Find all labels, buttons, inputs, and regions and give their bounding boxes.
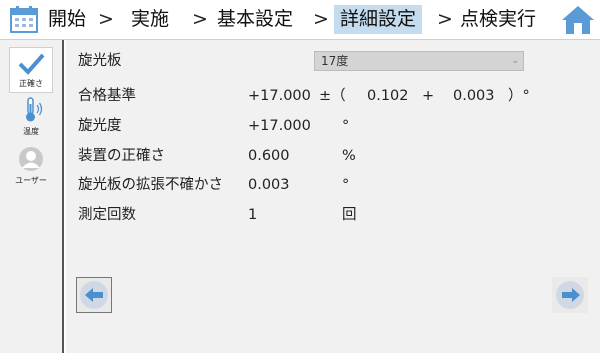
rotation-value: +17.000 [248,118,311,134]
breadcrumb-detail-settings[interactable]: 詳細設定 [334,5,423,34]
home-button[interactable] [559,2,597,37]
accuracy-unit: % [342,148,356,164]
accuracy-label: 装置の正確さ [78,148,165,164]
back-button[interactable] [76,277,112,313]
polarizer-select[interactable]: 17度 ⌄ [314,51,524,71]
breadcrumb-separator: > [192,8,208,30]
rotation-unit: ° [342,118,350,134]
polarizer-select-value: 17度 [321,54,349,68]
calendar-icon[interactable] [9,4,39,34]
detail-settings-panel: 旋光板 17度 ⌄ 合格基準 +17.000 ±（ 0.102 + 0.003 … [66,40,600,353]
sidebar-item-accuracy[interactable]: 正確さ [9,47,53,93]
acceptance-plus: + [422,88,435,104]
rotation-row: 旋光度 +17.000 ° [78,115,588,137]
user-icon [19,147,43,171]
acceptance-label: 合格基準 [78,88,136,104]
arrow-left-icon [80,281,108,309]
sidebar-item-temperature[interactable]: 温度 [9,94,53,140]
home-icon [562,6,594,34]
sidebar-item-label: 温度 [23,127,39,136]
breadcrumb-separator: > [98,8,114,30]
sidebar-item-label: 正確さ [19,79,43,88]
breadcrumb-separator: > [313,8,329,30]
rotation-label: 旋光度 [78,118,122,134]
uncertainty-label: 旋光板の拡張不確かさ [78,177,223,193]
accuracy-row: 装置の正確さ 0.600 % [78,145,588,167]
sidebar: 正確さ 温度 ユーザー [0,40,64,353]
measurement-count-label: 測定回数 [78,207,136,223]
measurement-count-value: 1 [248,207,258,223]
breadcrumb-bar: 開始 > 実施 > 基本設定 > 詳細設定 > 点検実行 [0,0,600,40]
breadcrumb-execute[interactable]: 実施 [131,5,169,34]
measurement-count-unit: 回 [342,207,357,223]
measurement-count-row: 測定回数 1 回 [78,204,588,226]
uncertainty-value: 0.003 [248,177,290,193]
polarizer-row: 旋光板 17度 ⌄ [78,50,588,72]
acceptance-pm: ±（ [319,88,346,104]
polarizer-label: 旋光板 [78,53,122,69]
next-button[interactable] [552,277,588,313]
uncertainty-unit: ° [342,177,350,193]
thermometer-icon [26,97,43,122]
breadcrumb-run-check[interactable]: 点検実行 [460,5,536,34]
accuracy-value: 0.600 [248,148,290,164]
acceptance-row: 合格基準 +17.000 ±（ 0.102 + 0.003 ）° [78,85,588,107]
breadcrumb-basic-settings[interactable]: 基本設定 [217,5,293,34]
acceptance-tolerance-1: 0.102 [367,88,409,104]
acceptance-center-value: +17.000 [248,88,311,104]
uncertainty-row: 旋光板の拡張不確かさ 0.003 ° [78,174,588,196]
sidebar-item-user[interactable]: ユーザー [9,143,53,189]
sidebar-item-label: ユーザー [15,176,47,185]
acceptance-close: ）° [508,88,530,104]
arrow-right-icon [556,281,584,309]
breadcrumb-separator: > [437,8,453,30]
acceptance-tolerance-2: 0.003 [453,88,495,104]
breadcrumb-start[interactable]: 開始 [48,5,86,34]
checkmark-icon [18,53,45,75]
chevron-down-icon: ⌄ [511,56,519,66]
